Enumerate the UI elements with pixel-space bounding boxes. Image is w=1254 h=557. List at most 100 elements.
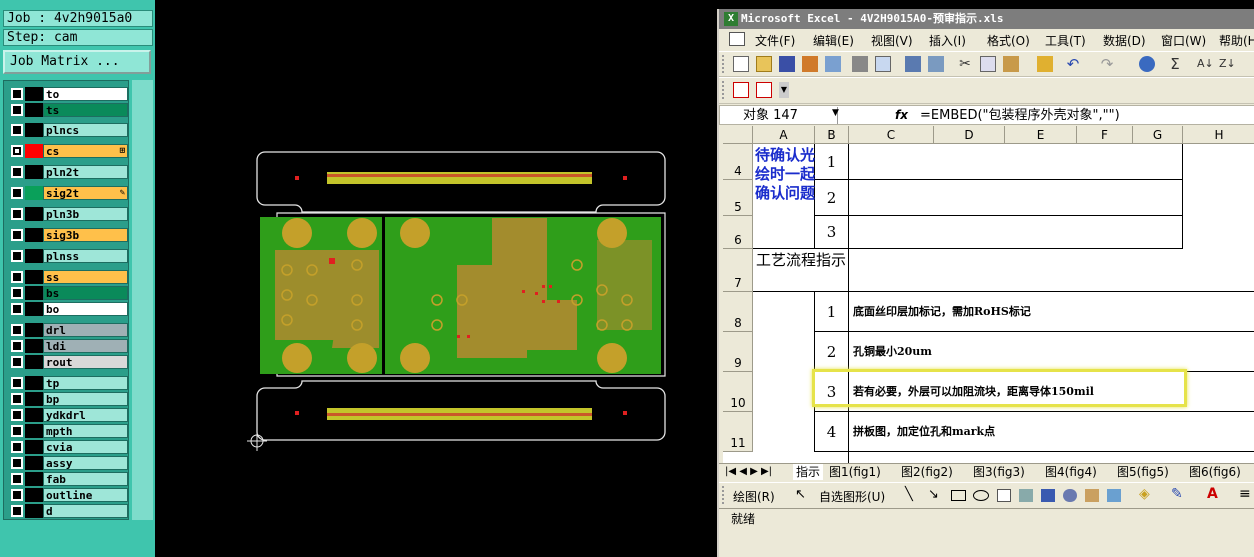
paste-icon[interactable] [1003,56,1019,72]
excel-title-bar[interactable]: X Microsoft Excel - 4V2H9015A0-预审指示.xls [719,9,1254,29]
row-header[interactable]: 7 [723,249,753,292]
layer-name[interactable]: sig2t ✎ [43,186,128,200]
layer-row-sig3b[interactable]: sig3b [8,228,128,242]
draw-menu[interactable]: 绘图(R) [733,488,775,505]
layer-name[interactable]: d [43,504,128,518]
layer-row-ldi[interactable]: ldi [8,339,128,353]
row-header[interactable]: 8 [723,292,753,332]
save-icon[interactable] [779,56,795,72]
layer-row-sig2t[interactable]: sig2t ✎ [8,186,128,200]
layer-name[interactable]: plncs [43,123,128,137]
layer-checkbox[interactable] [11,187,23,199]
sheet-tab[interactable]: 图6(fig6) [1189,464,1241,480]
picture-icon[interactable] [1107,489,1121,502]
layer-checkbox[interactable] [11,393,23,405]
layer-name[interactable]: ldi [43,339,128,353]
line-color-icon[interactable]: ✎ [1171,486,1183,502]
layer-row-plncs[interactable]: plncs [8,123,128,137]
worksheet-grid[interactable]: A B C D E F G H 4 5 6 7 8 9 10 11 待确认光绘时… [723,126,1254,463]
font-color-icon[interactable]: A [1207,486,1218,502]
process-item-text[interactable]: 拼板图，加定位孔和mark点 [849,412,1254,452]
textbox-icon[interactable] [997,489,1011,502]
redo-icon[interactable]: ↷ [1099,56,1115,72]
process-item-text[interactable]: 孔铜最小20um [849,332,1254,372]
research-icon[interactable] [928,56,944,72]
layer-checkbox[interactable] [11,473,23,485]
layer-checkbox[interactable] [11,377,23,389]
sheet-tab[interactable]: 图5(fig5) [1117,464,1169,480]
print-icon[interactable] [852,56,868,72]
menu-file[interactable]: 文件(F) [755,32,795,49]
layer-list-scrollbar[interactable] [132,80,153,520]
fill-color-icon[interactable]: ◈ [1139,486,1150,502]
open-icon[interactable] [756,56,772,72]
layer-checkbox[interactable] [11,124,23,136]
column-header[interactable]: H [1183,126,1254,144]
layer-row-bs[interactable]: bs [8,286,128,300]
menu-tools[interactable]: 工具(T) [1045,32,1086,49]
layer-name[interactable]: outline [43,488,128,502]
menu-data[interactable]: 数据(D) [1103,32,1146,49]
pending-item-text[interactable] [849,144,1183,180]
layer-row-tp[interactable]: tp [8,376,128,390]
layer-checkbox[interactable] [11,489,23,501]
menu-format[interactable]: 格式(O) [987,32,1030,49]
row-header[interactable]: 5 [723,180,753,216]
layer-row-drl[interactable]: drl [8,323,128,337]
layer-row-cs[interactable]: cs ⊞ [8,144,128,158]
layer-name[interactable]: bs [43,286,128,300]
layer-row-mpth[interactable]: mpth [8,424,128,438]
layer-name[interactable]: cs ⊞ [43,144,128,158]
layer-checkbox[interactable] [11,166,23,178]
oval-icon[interactable] [973,490,989,501]
menu-insert[interactable]: 插入(I) [929,32,966,49]
layer-checkbox[interactable] [11,340,23,352]
pdf-toolbar-grip[interactable] [722,81,725,99]
hyperlink-icon[interactable] [1139,56,1155,72]
layer-name[interactable]: plnss [43,249,128,263]
layer-name[interactable]: rout [43,355,128,369]
layer-name[interactable]: to [43,87,128,101]
layer-name[interactable]: sig3b [43,228,128,242]
pending-item-text[interactable] [849,216,1183,249]
autoshapes-menu[interactable]: 自选图形(U) [819,488,885,505]
column-header[interactable]: A [753,126,815,144]
row-header[interactable]: 10 [723,372,753,412]
layer-checkbox[interactable] [11,208,23,220]
pending-item-text[interactable] [849,180,1183,216]
layer-row-outline[interactable]: outline [8,488,128,502]
column-header[interactable]: B [815,126,849,144]
layer-checkbox[interactable] [11,505,23,517]
row-header[interactable]: 4 [723,144,753,180]
process-item-number[interactable]: 1 [815,292,849,332]
name-box[interactable]: 对象 147 [723,107,838,124]
process-item-text[interactable]: 底面丝印层加标记，需加RoHS标记 [849,292,1254,332]
select-objects-icon[interactable]: ↖ [795,487,806,502]
spell-icon[interactable] [905,56,921,72]
layer-name[interactable]: tp [43,376,128,390]
layer-checkbox[interactable] [11,303,23,315]
rectangle-icon[interactable] [951,490,966,501]
layer-row-bo[interactable]: bo [8,302,128,316]
process-header-blank[interactable] [849,249,1254,292]
layer-row-assy[interactable]: assy [8,456,128,470]
column-header[interactable]: E [1005,126,1077,144]
name-box-dropdown-icon[interactable]: ▼ [832,108,839,118]
layer-row-ydkdrl[interactable]: ydkdrl [8,408,128,422]
layer-checkbox[interactable] [11,441,23,453]
sheet-tab-active[interactable]: 指示 [793,464,824,480]
diagram-icon[interactable] [1063,489,1077,502]
arrow-icon[interactable]: ↘ [928,487,939,502]
wordart-icon[interactable] [1041,489,1055,502]
pending-item-number[interactable]: 1 [815,144,849,180]
layer-checkbox[interactable] [11,88,23,100]
process-item-number[interactable]: 2 [815,332,849,372]
layer-checkbox[interactable] [11,229,23,241]
layer-name[interactable]: pln3b [43,207,128,221]
autosum-icon[interactable]: Σ [1167,56,1183,72]
formula-input[interactable]: =EMBED("包装程序外壳对象","") [920,107,1120,124]
column-header[interactable]: G [1133,126,1183,144]
sheet-nav-buttons[interactable]: |◀ ◀ ▶ ▶| [725,464,772,480]
layer-name[interactable]: ts [43,103,128,117]
preview-icon[interactable] [875,56,891,72]
